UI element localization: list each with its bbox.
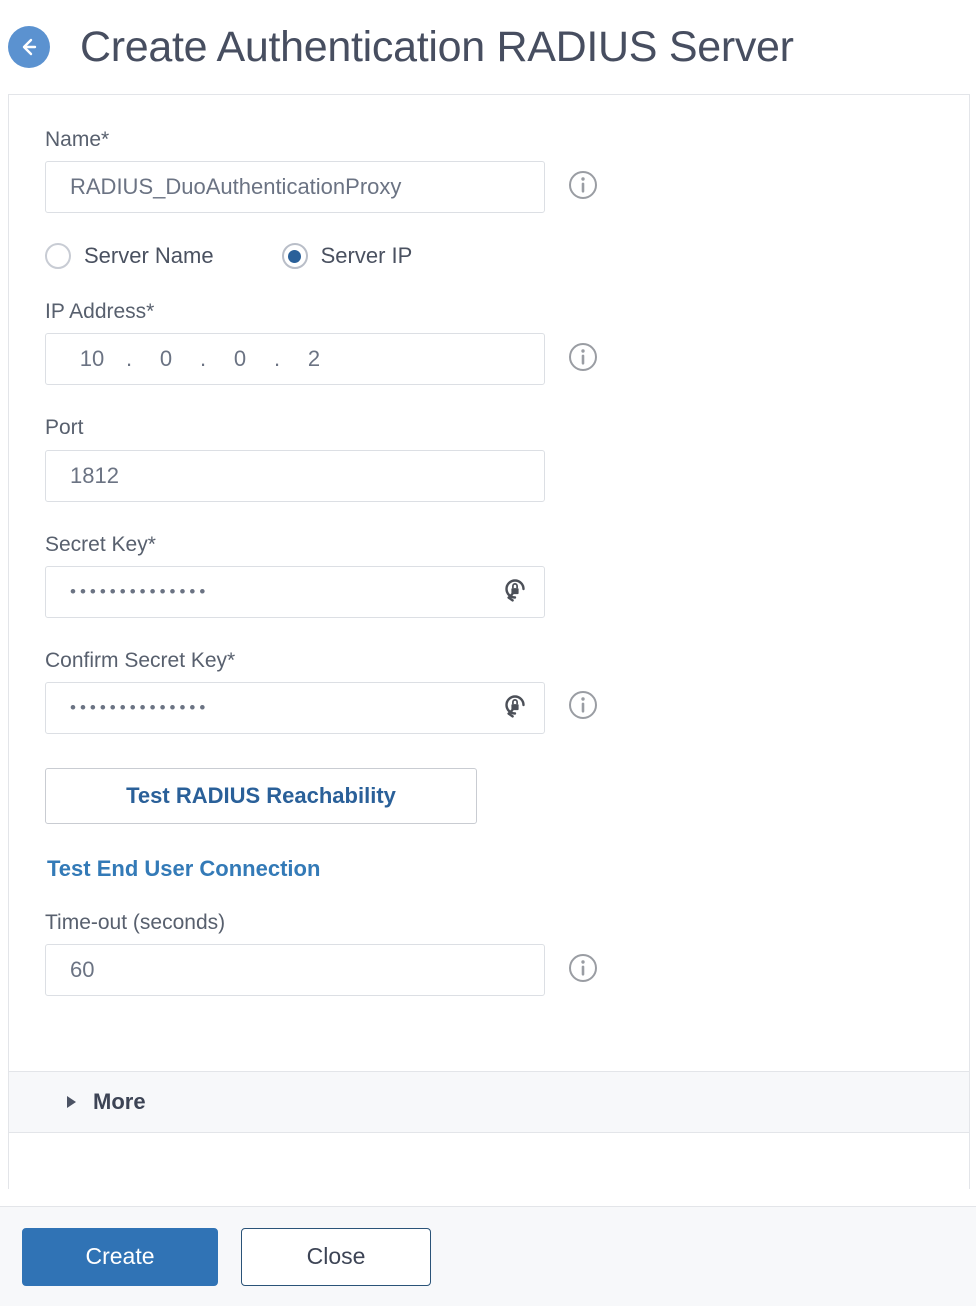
radio-unchecked-icon <box>45 243 71 270</box>
server-mode-radio-group: Server Name Server IP <box>45 243 969 270</box>
ip-separator: . <box>125 346 133 372</box>
radio-server-ip-label: Server IP <box>320 243 413 269</box>
close-button[interactable]: Close <box>241 1227 431 1286</box>
ip-octet-4[interactable]: 2 <box>288 346 340 372</box>
ip-octet-2[interactable]: 0 <box>140 346 192 372</box>
test-end-user-connection-link[interactable]: Test End User Connection <box>47 856 320 882</box>
timeout-info-icon[interactable] <box>567 952 599 989</box>
more-section-label: More <box>93 1089 146 1114</box>
secret-key-input[interactable]: •••••••••••••• <box>45 565 545 618</box>
timeout-field-row: 60 <box>45 944 969 997</box>
name-label: Name* <box>45 128 110 151</box>
port-input-value: 1812 <box>70 462 119 488</box>
page-title: Create Authentication RADIUS Server <box>80 22 794 71</box>
form-panel: Name* RADIUS_DuoAuthenticationProxy Serv… <box>8 94 970 1189</box>
ip-address-info-icon[interactable] <box>567 341 599 378</box>
timeout-label: Time-out (seconds) <box>45 910 226 934</box>
lock-reset-icon[interactable] <box>500 690 530 726</box>
port-label: Port <box>45 416 84 440</box>
secret-key-field-row: •••••••••••••• <box>45 565 969 618</box>
back-arrow-icon[interactable] <box>8 26 50 68</box>
ip-octet-3[interactable]: 0 <box>214 346 266 372</box>
port-field-row: 1812 <box>45 449 969 502</box>
ip-separator: . <box>273 346 281 372</box>
confirm-secret-key-label: Confirm Secret Key* <box>45 648 236 672</box>
form-body: Name* RADIUS_DuoAuthenticationProxy Serv… <box>9 95 969 997</box>
timeout-input[interactable]: 60 <box>45 944 545 997</box>
ip-address-field-row: 10 . 0 . 0 . 2 <box>45 333 969 386</box>
test-radius-reachability-button[interactable]: Test RADIUS Reachability <box>45 767 477 824</box>
name-input-value: RADIUS_DuoAuthenticationProxy <box>70 174 402 200</box>
dialog-footer: Create Close <box>0 1206 976 1306</box>
page-header: Create Authentication RADIUS Server <box>0 0 976 94</box>
caret-right-icon <box>67 1096 76 1108</box>
name-info-icon[interactable] <box>567 169 599 206</box>
create-button[interactable]: Create <box>22 1227 218 1286</box>
confirm-secret-key-masked-value: •••••••••••••• <box>70 698 210 718</box>
more-section-expander[interactable]: More <box>9 1071 969 1133</box>
port-input[interactable]: 1812 <box>45 449 545 502</box>
ip-separator: . <box>199 346 207 372</box>
confirm-secret-key-input[interactable]: •••••••••••••• <box>45 681 545 734</box>
timeout-input-value: 60 <box>70 957 95 983</box>
name-field-row: RADIUS_DuoAuthenticationProxy <box>45 161 969 214</box>
radio-server-name-label: Server Name <box>84 243 214 269</box>
ip-address-label: IP Address* <box>45 300 155 324</box>
radio-server-ip[interactable]: Server IP <box>281 243 413 270</box>
radio-server-name[interactable]: Server Name <box>45 243 214 270</box>
radio-checked-icon <box>281 243 308 270</box>
confirm-secret-key-field-row: •••••••••••••• <box>45 681 969 734</box>
secret-key-label: Secret Key* <box>45 532 156 556</box>
ip-address-input[interactable]: 10 . 0 . 0 . 2 <box>45 333 545 386</box>
ip-octet-1[interactable]: 10 <box>66 346 118 372</box>
confirm-secret-key-info-icon[interactable] <box>567 689 599 726</box>
secret-key-masked-value: •••••••••••••• <box>70 582 210 602</box>
lock-reset-icon[interactable] <box>500 574 530 610</box>
name-input[interactable]: RADIUS_DuoAuthenticationProxy <box>45 161 545 214</box>
